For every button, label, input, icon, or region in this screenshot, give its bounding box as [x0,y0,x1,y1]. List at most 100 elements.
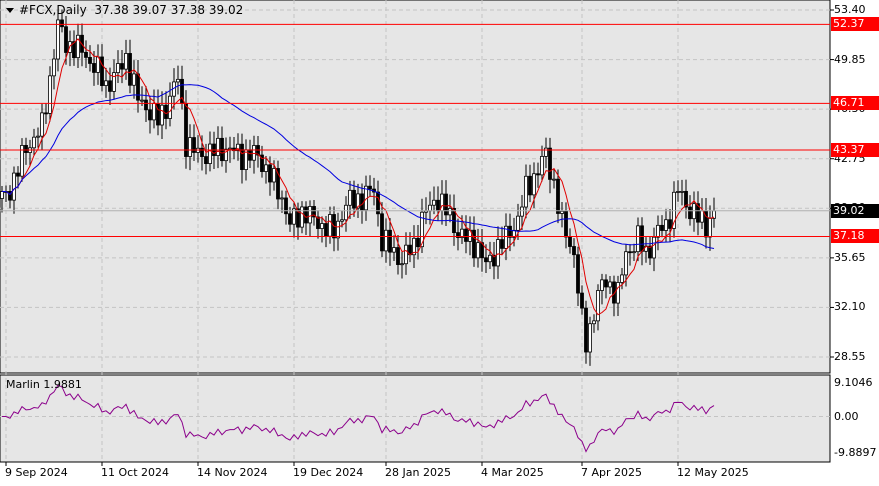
candle-body [64,26,68,53]
candle-body [572,246,576,256]
time-axis-label: 12 May 2025 [677,466,749,479]
time-axis-label: 19 Dec 2024 [293,466,364,479]
level-price-tag: 46.71 [831,96,879,111]
candle-body [488,254,492,263]
candle-body [472,229,476,259]
time-axis-label: 14 Nov 2024 [197,466,268,479]
candle-body [176,78,180,83]
candle-body [204,156,208,164]
candle-body [600,279,604,291]
candle-body [268,164,272,183]
time-axis-label: 28 Jan 2025 [385,466,451,479]
candle-body [428,204,432,212]
candle-body [380,213,384,252]
candle-body [32,136,36,149]
candle-body [680,190,684,193]
candle-body [536,173,540,176]
level-price-tag: 43.37 [831,143,879,158]
candle-body [248,149,252,161]
candle-body [640,225,644,252]
candle-body [12,172,16,201]
candle-body [148,109,152,121]
symbol-label: #FCX,Daily [19,3,87,17]
candle-body [508,225,512,238]
chart-window: #FCX,Daily 37.38 39.07 37.38 39.02 Marli… [0,0,879,486]
candle-body [272,168,276,183]
candle-body [44,112,48,115]
candle-body [392,247,396,253]
candle-body [104,80,108,86]
candle-body [308,206,312,224]
candle-body [164,104,168,119]
candle-body [324,223,328,237]
candle-body [396,247,400,265]
candle-body [328,214,332,237]
candle-body [404,244,408,265]
candle-body [100,56,104,86]
candle-body [560,210,564,214]
price-axis-label: 28.55 [834,350,866,363]
candle-body [668,219,672,229]
candle-body [340,219,344,222]
candle-body [388,229,392,253]
candle-body [220,137,224,162]
candle-body [336,220,340,239]
candle-body [592,320,596,325]
candle-body [52,58,56,77]
candle-body [136,73,140,101]
candle-body [432,199,436,206]
candle-body [448,208,452,216]
candle-body [584,307,588,353]
candle-body [120,63,124,70]
candle-body [416,237,420,248]
candle-body [132,73,136,86]
level-price-tag: 52.37 [831,17,879,32]
candle-body [620,274,624,283]
candle-body [700,210,704,223]
candle-body [576,254,580,294]
time-axis-label: 9 Sep 2024 [5,466,68,479]
candle-body [216,137,220,156]
candle-body [628,251,632,254]
candle-body [160,104,164,126]
candle-body [184,103,188,157]
candle-body [264,164,268,172]
candle-body [348,189,352,206]
candle-body [208,143,212,164]
candle-body [656,224,660,238]
indicator-axis-label: -9.8897 [834,446,877,459]
candle-body [284,197,288,215]
dropdown-triangle-icon[interactable] [6,8,14,13]
candle-body [116,63,120,74]
candle-body [108,80,112,92]
candle-body [88,56,92,64]
candle-body [344,204,348,221]
indicator-axis-label: 0.00 [834,409,859,423]
candle-body [56,19,60,60]
candle-body [112,72,116,92]
candle-body [484,257,488,263]
candle-body [588,323,592,353]
price-axis-label: 35.65 [834,250,866,264]
candle-body [580,292,584,309]
candle-body [528,175,532,196]
candle-body [144,99,148,111]
candle-body [624,251,628,276]
candle-body [304,206,308,224]
ohlc-values: 37.38 39.07 37.38 39.02 [94,3,244,17]
candle-body [152,103,156,121]
candle-body [664,219,668,231]
price-chart[interactable] [0,0,879,486]
candle-body [476,242,480,259]
level-price-tag: 37.18 [831,229,879,244]
candle-body [444,193,448,216]
price-axis-label: 53.40 [834,3,866,16]
candle-body [352,189,356,209]
candle-body [188,137,192,157]
candle-body [36,135,40,138]
candle-body [168,95,172,119]
indicator-title: Marlin 1.9881 [6,378,82,391]
candle-body [676,191,680,193]
candle-body [316,216,320,229]
candle-body [368,185,372,190]
